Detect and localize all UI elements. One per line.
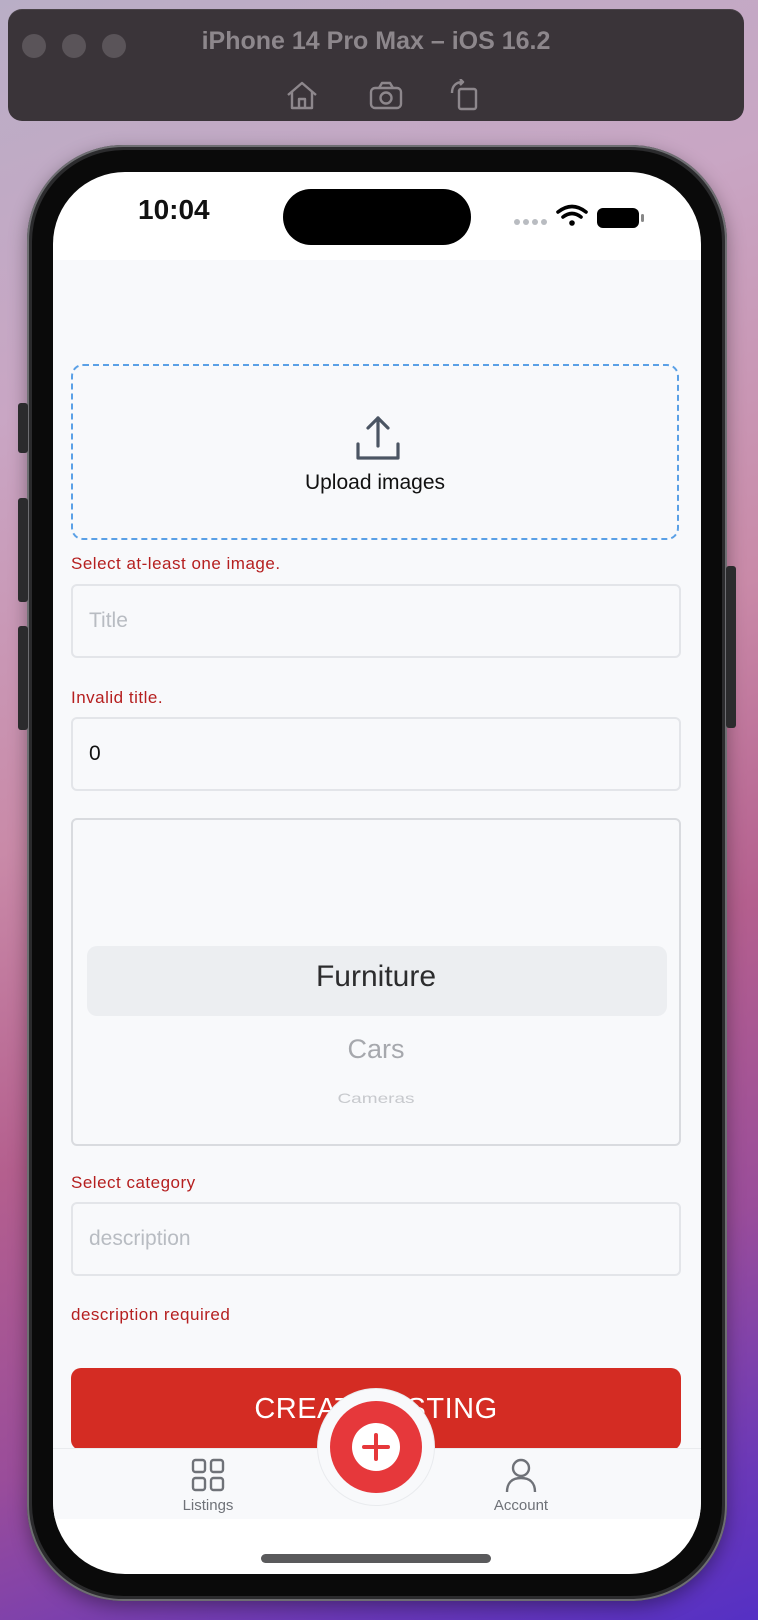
cellular-dots-icon	[514, 219, 547, 225]
add-listing-button[interactable]	[330, 1401, 422, 1493]
wifi-icon	[556, 204, 588, 226]
category-picker[interactable]: Furniture Cars Cameras	[71, 818, 681, 1146]
upload-label: Upload images	[304, 471, 446, 494]
rotate-icon[interactable]	[448, 78, 484, 111]
grid-icon	[191, 1458, 225, 1492]
volume-down-button	[18, 626, 28, 730]
upload-error: Select at-least one image.	[71, 554, 281, 573]
power-button	[726, 566, 736, 728]
upload-images-dropzone[interactable]: Upload images	[71, 364, 679, 540]
picker-option[interactable]: Cars	[73, 1034, 679, 1065]
price-input[interactable]	[71, 717, 681, 791]
picker-option-selected[interactable]: Furniture	[73, 960, 679, 994]
mute-switch	[18, 403, 28, 453]
status-time: 10:04	[138, 194, 210, 225]
tab-listings[interactable]: Listings	[148, 1457, 268, 1514]
screenshot-icon[interactable]	[368, 79, 404, 111]
listing-form: Upload images Select at-least one image.…	[53, 260, 701, 1492]
description-error: description required	[71, 1305, 231, 1324]
volume-up-button	[18, 498, 28, 602]
plus-circle-icon	[352, 1423, 400, 1471]
title-input[interactable]	[71, 584, 681, 658]
simulator-toolbar: iPhone 14 Pro Max – iOS 16.2	[8, 9, 744, 121]
tab-label: Account	[493, 1497, 549, 1514]
category-error: Select category	[71, 1173, 196, 1192]
home-icon[interactable]	[284, 79, 320, 111]
upload-icon	[356, 416, 400, 460]
person-icon	[505, 1458, 537, 1493]
tab-label: Listings	[182, 1497, 234, 1514]
home-indicator[interactable]	[261, 1554, 491, 1563]
battery-icon	[597, 208, 644, 228]
dynamic-island	[283, 189, 471, 245]
title-error: Invalid title.	[71, 688, 164, 707]
description-input[interactable]	[71, 1202, 681, 1276]
tab-account[interactable]: Account	[461, 1457, 581, 1514]
status-icons	[514, 204, 644, 228]
phone-screen: 10:04 Upload images Select at-least one …	[53, 172, 701, 1574]
picker-option[interactable]: Cameras	[73, 1091, 679, 1108]
simulator-title: iPhone 14 Pro Max – iOS 16.2	[201, 27, 551, 55]
